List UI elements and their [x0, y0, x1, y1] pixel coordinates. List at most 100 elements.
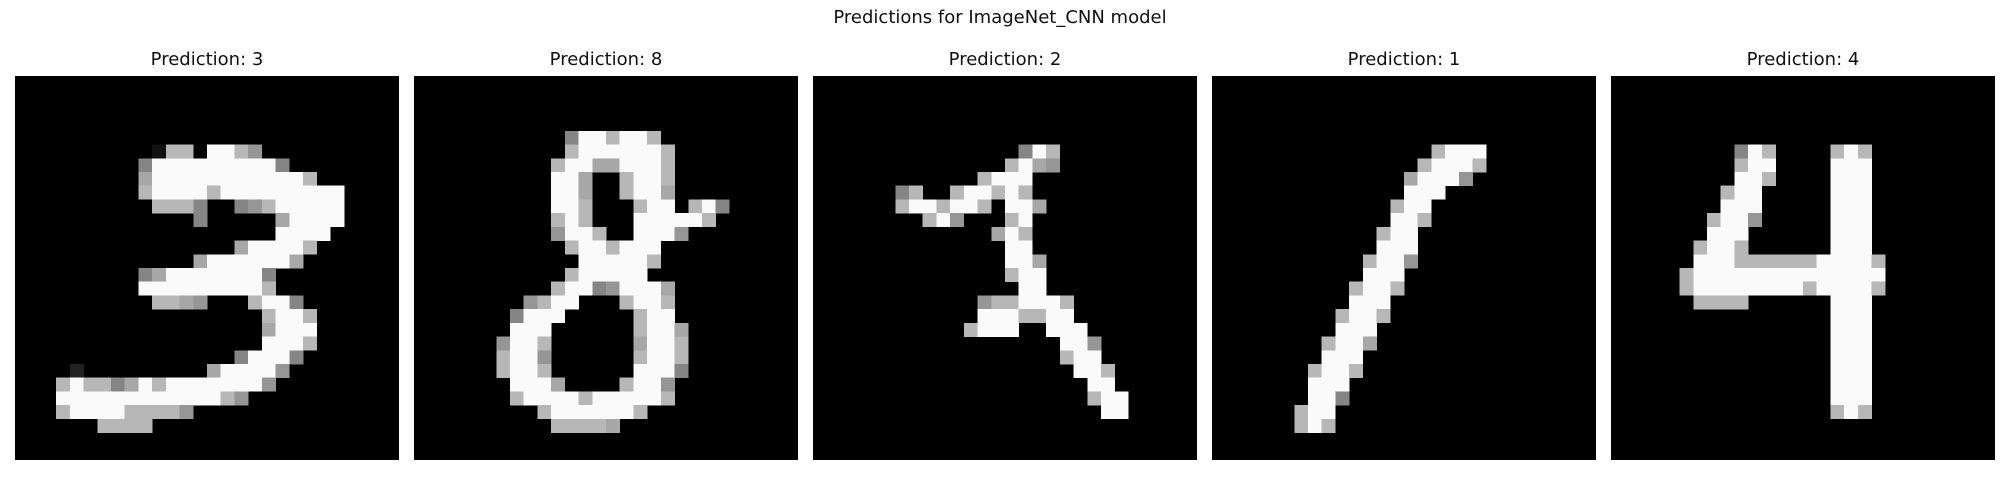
digit-pixel: [1018, 295, 1033, 310]
digit-pixel: [936, 213, 951, 228]
digit-pixel: [950, 213, 965, 228]
digit-pixel: [179, 295, 194, 310]
digit-pixel: [977, 309, 992, 324]
digit-pixel: [179, 185, 194, 200]
digit-pixel: [220, 377, 235, 392]
digit-pixel: [1018, 240, 1033, 255]
digit-pixel: [56, 377, 71, 392]
digit-pixel: [275, 336, 290, 351]
digit-pixel: [1032, 199, 1047, 214]
digit-pixel: [606, 240, 620, 255]
digit-pixel: [316, 226, 331, 241]
digit-pixel: [234, 377, 249, 392]
digit-pixel: [1335, 336, 1350, 351]
digit-pixel: [1018, 185, 1033, 200]
digit-pixel: [551, 309, 566, 324]
digit-bitmap: [895, 144, 1129, 420]
digit-pixel: [551, 172, 566, 186]
digit-pixel: [633, 309, 648, 324]
digit-pixel: [193, 281, 208, 296]
digit-pixel: [1844, 391, 1859, 406]
digit-pixel: [1857, 364, 1872, 378]
digit-pixel: [564, 281, 579, 296]
digit-pixel: [991, 185, 1006, 200]
digit-pixel: [1390, 281, 1405, 296]
digit-pixel: [523, 391, 538, 406]
digit-pixel: [1720, 185, 1735, 200]
digit-pixel: [1472, 158, 1487, 173]
digit-pixel: [1362, 268, 1377, 282]
digit-pixel: [660, 226, 675, 241]
digit-pixel: [1720, 213, 1735, 228]
digit-pixel: [165, 268, 180, 282]
digit-pixel: [289, 254, 304, 269]
digit-pixel: [1857, 322, 1872, 337]
digit-pixel: [1404, 199, 1418, 214]
digit-pixel: [647, 391, 662, 406]
digit-pixel: [578, 185, 593, 200]
digit-pixel: [193, 377, 208, 392]
digit-pixel: [1857, 350, 1872, 365]
digit-pixel: [1472, 144, 1487, 159]
digit-pixel: [510, 350, 524, 365]
digit-pixel: [1349, 322, 1364, 337]
digit-pixel: [1417, 185, 1432, 200]
digit-pixel: [633, 172, 648, 186]
digit-pixel: [551, 199, 566, 214]
digit-pixel: [124, 377, 139, 392]
digit-pixel: [1321, 336, 1336, 351]
digit-pixel: [1059, 309, 1074, 324]
digit-pixel: [234, 240, 249, 255]
digit-pixel: [551, 226, 566, 241]
digit-pixel: [1005, 254, 1019, 269]
digit-pixel: [606, 144, 620, 159]
digit-pixel: [578, 254, 593, 269]
digit-pixel: [510, 377, 524, 392]
digit-pixel: [1018, 281, 1033, 296]
digit-pixel: [633, 322, 648, 337]
digit-pixel: [537, 336, 552, 351]
digit-pixel: [56, 391, 71, 406]
digit-pixel: [578, 226, 593, 241]
digit-pixel: [275, 226, 290, 241]
digit-pixel: [578, 268, 593, 282]
digit-pixel: [220, 254, 235, 269]
digit-pixel: [660, 364, 675, 378]
digit-pixel: [1720, 268, 1735, 282]
digit-pixel: [1046, 322, 1061, 337]
digit-pixel: [1032, 309, 1047, 324]
digit-pixel: [1748, 268, 1763, 282]
digit-pixel: [660, 281, 675, 296]
digit-pixel: [523, 309, 538, 324]
digit-image: [1611, 76, 1995, 460]
digit-pixel: [578, 130, 593, 145]
prediction-panel-1: Prediction: 3: [15, 48, 399, 460]
digit-pixel: [1032, 281, 1047, 296]
digit-pixel: [660, 322, 675, 337]
digit-pixel: [1073, 350, 1088, 365]
digit-pixel: [1376, 268, 1391, 282]
digit-pixel: [660, 377, 675, 392]
digit-pixel: [523, 336, 538, 351]
digit-pixel: [1005, 172, 1019, 186]
digit-pixel: [1005, 199, 1019, 214]
digit-pixel: [207, 377, 221, 392]
digit-pixel: [1720, 240, 1735, 255]
digit-pixel: [633, 226, 648, 241]
digit-image: [1212, 76, 1596, 460]
digit-pixel: [165, 405, 180, 420]
digit-pixel: [220, 281, 235, 296]
digit-pixel: [1857, 199, 1872, 214]
digit-pixel: [564, 199, 579, 214]
digit-pixel: [207, 391, 221, 406]
digit-pixel: [1073, 336, 1088, 351]
digit-pixel: [152, 185, 167, 200]
digit-pixel: [234, 364, 249, 378]
digit-pixel: [510, 364, 524, 378]
digit-pixel: [138, 158, 153, 173]
digit-pixel: [69, 377, 84, 392]
digit-pixel: [111, 391, 125, 406]
digit-pixel: [660, 350, 675, 365]
digit-pixel: [111, 405, 125, 420]
digit-pixel: [633, 213, 648, 228]
